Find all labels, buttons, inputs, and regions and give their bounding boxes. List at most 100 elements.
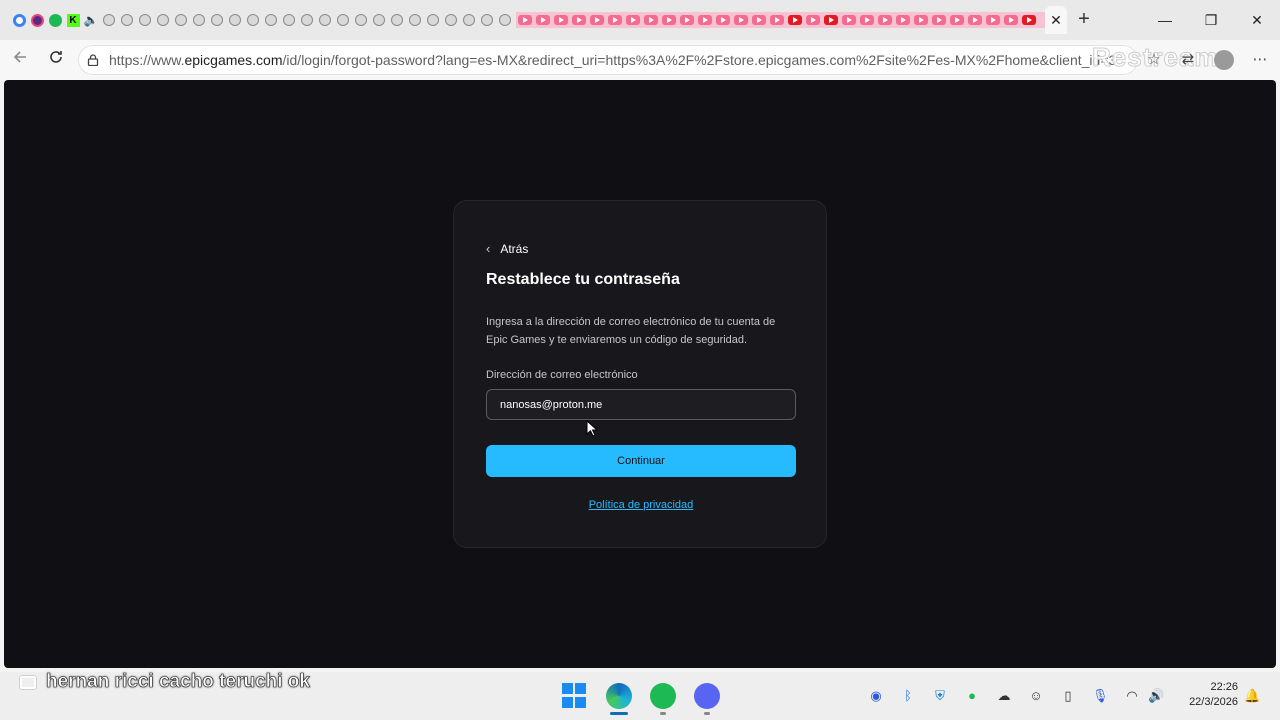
tab-youtube[interactable]: [678, 11, 696, 29]
volume-icon[interactable]: 🔊: [1148, 688, 1164, 704]
chat-icon: [20, 675, 36, 689]
more-menu-icon[interactable]: ⋯: [1248, 48, 1272, 72]
microphone-icon[interactable]: 🎙: [1092, 688, 1109, 704]
tab-loading[interactable]: [334, 11, 352, 29]
tab-loading[interactable]: [262, 11, 280, 29]
tab-youtube[interactable]: [1020, 11, 1038, 29]
page-title: Restablece tu contraseña: [486, 271, 680, 288]
onedrive-icon[interactable]: ☁: [996, 688, 1012, 704]
new-tab-button[interactable]: +: [1072, 8, 1096, 32]
tab-loading[interactable]: [226, 11, 244, 29]
tab-youtube[interactable]: [912, 11, 930, 29]
tab-loading[interactable]: [136, 11, 154, 29]
tab-loading[interactable]: [496, 11, 514, 29]
spotify-tray-icon[interactable]: ●: [964, 688, 980, 704]
tab-loading[interactable]: [478, 11, 496, 29]
bluetooth-icon[interactable]: ᛒ: [900, 688, 916, 704]
usb-icon[interactable]: ▯: [1060, 688, 1076, 704]
back-link[interactable]: ‹ Atrás: [486, 241, 528, 256]
tab-youtube[interactable]: [1002, 11, 1020, 29]
system-clock[interactable]: 22:26 22/3/2026: [1180, 680, 1238, 710]
tab-loading[interactable]: [208, 11, 226, 29]
minimize-button[interactable]: —: [1152, 8, 1178, 32]
favorites-star-icon[interactable]: ☆: [1142, 48, 1166, 72]
tab-youtube[interactable]: [660, 11, 678, 29]
tab-loading[interactable]: [118, 11, 136, 29]
tab-youtube[interactable]: [858, 11, 876, 29]
url-text[interactable]: https://www.epicgames.com/id/login/forgo…: [109, 52, 1119, 68]
youtube-tabs: [516, 11, 1038, 29]
loading-favicon-icon: [175, 14, 187, 26]
tab-youtube[interactable]: [750, 11, 768, 29]
tab-loading[interactable]: [316, 11, 334, 29]
tab-youtube[interactable]: [786, 11, 804, 29]
tab-loading[interactable]: [154, 11, 172, 29]
tab-soccer[interactable]: [46, 11, 64, 29]
continue-button[interactable]: Continuar: [486, 445, 796, 477]
tray-app-icon[interactable]: ◉: [868, 688, 884, 704]
tab-youtube[interactable]: [534, 11, 552, 29]
tab-loading[interactable]: [298, 11, 316, 29]
tab-youtube[interactable]: [966, 11, 984, 29]
reload-icon[interactable]: [44, 48, 68, 72]
back-arrow-icon[interactable]: [8, 48, 32, 72]
tab-youtube[interactable]: [732, 11, 750, 29]
loading-favicon-icon: [103, 14, 115, 26]
tab-loading[interactable]: [388, 11, 406, 29]
tab-youtube[interactable]: [714, 11, 732, 29]
tab-youtube[interactable]: [840, 11, 858, 29]
discord-icon[interactable]: [694, 683, 720, 709]
close-tab-button[interactable]: ✕: [1045, 6, 1067, 34]
discord-tray-icon[interactable]: ☺: [1028, 688, 1044, 704]
tab-youtube[interactable]: [768, 11, 786, 29]
tab-loading[interactable]: [424, 11, 442, 29]
tab-youtube[interactable]: [876, 11, 894, 29]
tab-youtube[interactable]: [570, 11, 588, 29]
tab-youtube[interactable]: [606, 11, 624, 29]
youtube-icon: [1022, 15, 1036, 25]
tab-loading[interactable]: [100, 11, 118, 29]
tab-loading[interactable]: [172, 11, 190, 29]
tab-youtube[interactable]: [588, 11, 606, 29]
youtube-icon: [932, 15, 946, 25]
loading-favicon-icon: [373, 14, 385, 26]
tab-youtube[interactable]: [804, 11, 822, 29]
tab-obs[interactable]: [28, 11, 46, 29]
spotify-icon[interactable]: [650, 683, 676, 709]
tab-youtube[interactable]: [822, 11, 840, 29]
tab-youtube[interactable]: [894, 11, 912, 29]
tab-youtube[interactable]: [948, 11, 966, 29]
loading-favicon-icon: [319, 14, 331, 26]
tab-youtube[interactable]: [624, 11, 642, 29]
tab-youtube[interactable]: [696, 11, 714, 29]
tab-loading[interactable]: [370, 11, 388, 29]
tab-youtube[interactable]: [642, 11, 660, 29]
tab-loading[interactable]: [460, 11, 478, 29]
tab-audio[interactable]: 🔈: [82, 11, 100, 29]
tab-youtube[interactable]: [984, 11, 1002, 29]
tab-loading[interactable]: [280, 11, 298, 29]
tab-youtube[interactable]: [552, 11, 570, 29]
edge-icon[interactable]: [606, 683, 632, 709]
email-field[interactable]: [486, 389, 796, 420]
security-warning-icon[interactable]: ⛨: [932, 688, 948, 704]
tab-loading[interactable]: [406, 11, 424, 29]
tab-youtube[interactable]: [930, 11, 948, 29]
profile-avatar[interactable]: [1214, 50, 1234, 70]
wifi-icon[interactable]: ◠: [1124, 688, 1140, 704]
tab-loading[interactable]: [244, 11, 262, 29]
privacy-policy-link[interactable]: Política de privacidad: [454, 499, 828, 511]
close-window-button[interactable]: ✕: [1244, 8, 1270, 32]
tab-loading[interactable]: [352, 11, 370, 29]
tab-kick[interactable]: K: [64, 11, 82, 29]
extensions-icon[interactable]: ⇄: [1176, 48, 1200, 72]
notifications-bell-icon[interactable]: 🔔: [1244, 688, 1260, 704]
tab-loading[interactable]: [190, 11, 208, 29]
tab-chrome[interactable]: [10, 11, 28, 29]
address-bar[interactable]: https://www.epicgames.com/id/login/forgo…: [78, 45, 1138, 75]
restore-button[interactable]: ❐: [1198, 8, 1224, 32]
tab-youtube[interactable]: [516, 11, 534, 29]
youtube-icon: [734, 15, 748, 25]
tab-loading[interactable]: [442, 11, 460, 29]
windows-start-icon[interactable]: [562, 683, 588, 709]
